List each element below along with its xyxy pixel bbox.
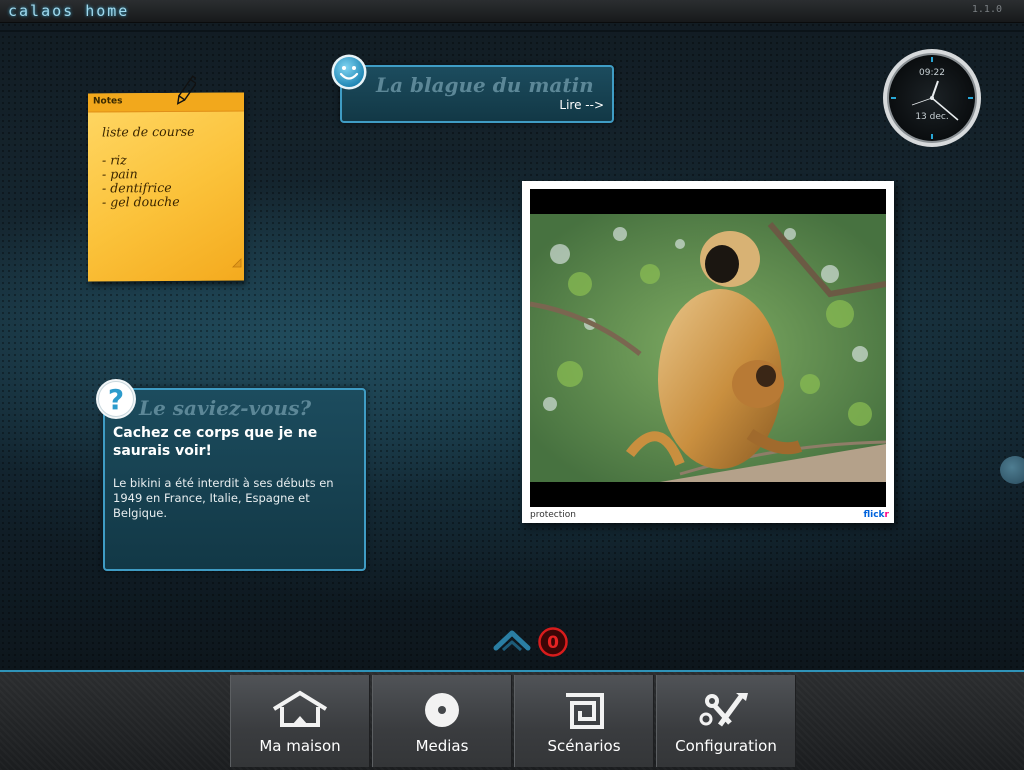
spiral-icon: [566, 693, 604, 729]
flickr-logo-part: flick: [863, 510, 885, 520]
notes-widget[interactable]: Notes liste de course - riz - pain - den…: [88, 92, 244, 282]
chevron-up-icon[interactable]: [493, 626, 531, 652]
photo-widget[interactable]: protection flickr: [522, 181, 894, 523]
flickr-logo[interactable]: flickr: [863, 510, 889, 520]
page-indicator-line: [228, 657, 798, 659]
dock-label: Medias: [415, 737, 469, 755]
notification-badge[interactable]: 0: [538, 627, 568, 657]
flickr-logo-part: r: [884, 510, 889, 520]
tools-icon: [699, 693, 748, 727]
notification-count: 0: [547, 633, 559, 653]
svg-text:?: ?: [108, 383, 124, 416]
did-you-know-headline: Cachez ce corps que je ne saurais voir!: [113, 425, 318, 459]
clock-date: 13 dec.: [915, 112, 949, 122]
did-you-know-body: Le bikini a été interdit à ses débuts en…: [113, 476, 334, 520]
photo-caption: protection: [530, 510, 576, 520]
side-panel-handle[interactable]: [1000, 456, 1024, 484]
notes-content[interactable]: liste de course - riz - pain - dentifric…: [102, 123, 195, 210]
divider: [0, 30, 1024, 32]
notes-line: - gel douche: [102, 193, 180, 210]
dock-button-ma-maison[interactable]: Ma maison: [230, 675, 370, 767]
monkey-photo: [530, 214, 886, 482]
notes-title: Notes: [93, 96, 123, 107]
dock-label: Ma maison: [259, 737, 341, 755]
version-label: 1.1.0: [971, 4, 1002, 15]
joke-widget[interactable]: La blague du matin Lire -->: [340, 65, 614, 123]
clock-widget[interactable]: [882, 48, 982, 148]
photo-frame: [530, 189, 886, 507]
top-bar: calaos home 1.1.0: [0, 0, 1024, 23]
dock-button-medias[interactable]: Medias: [372, 675, 512, 767]
app-logo: calaos home: [8, 2, 130, 20]
resize-corner-icon[interactable]: [232, 258, 242, 268]
did-you-know-widget[interactable]: Le saviez-vous? Cachez ce corps que je n…: [103, 388, 366, 571]
joke-read-link[interactable]: Lire -->: [559, 98, 604, 112]
dock-label: Configuration: [675, 737, 777, 755]
disc-icon: [425, 693, 459, 727]
dock-button-scenarios[interactable]: Scénarios: [514, 675, 654, 767]
dock-label: Scénarios: [547, 737, 621, 755]
notes-header: Notes: [88, 92, 244, 113]
joke-title: La blague du matin: [376, 73, 594, 97]
did-you-know-title: Le saviez-vous?: [139, 396, 312, 420]
question-icon: ?: [96, 379, 136, 419]
house-icon: [272, 690, 328, 727]
smiley-icon: [331, 54, 367, 90]
bottom-dock: Ma maison Medias Scénarios Configuration: [0, 670, 1024, 770]
notes-line: liste de course: [102, 123, 195, 140]
dock-button-configuration[interactable]: Configuration: [656, 675, 796, 767]
notes-line: - riz: [102, 152, 127, 168]
clock-time: 09:22: [919, 68, 945, 78]
pencil-icon[interactable]: [176, 73, 196, 109]
